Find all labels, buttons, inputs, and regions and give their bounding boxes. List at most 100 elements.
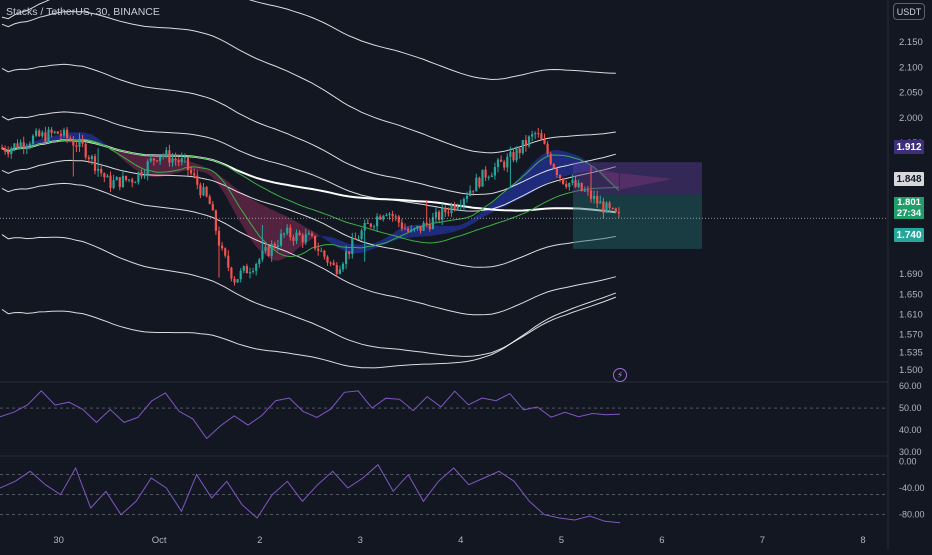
symbol-title[interactable]: Stacks / TetherUS, 30, BINANCE [6, 6, 160, 18]
cloud-segment [439, 225, 443, 235]
price-tick-label: 1.690 [899, 269, 923, 280]
candle-body [472, 190, 475, 192]
candle-body [385, 215, 388, 217]
candle-body [115, 177, 118, 181]
candle-body [236, 279, 239, 283]
candle-body [456, 206, 459, 210]
entry-price-badge: 1.848 [894, 172, 924, 186]
chart-canvas[interactable]: 2.1502.1002.0502.0001.9501.6901.6501.610… [0, 0, 932, 550]
price-tick-label: 2.100 [899, 62, 923, 73]
candle-body [531, 134, 534, 137]
candle-body [509, 151, 512, 157]
cloud-segment [436, 225, 440, 236]
candle-body [345, 251, 348, 264]
candle-body [190, 169, 193, 174]
candle-body [599, 201, 602, 204]
candle-body [447, 212, 450, 214]
rsi-tick-label: 30.00 [899, 447, 922, 457]
candle-body [152, 158, 155, 161]
candle-body [286, 227, 289, 234]
target-zone[interactable] [573, 194, 702, 249]
candle-body [382, 215, 385, 220]
candle-body [140, 172, 143, 177]
time-tick-label: 2 [257, 535, 262, 546]
cloud-segment [445, 225, 449, 234]
candle-body [555, 168, 558, 175]
candle-body [28, 143, 31, 147]
candle-body [97, 168, 100, 171]
cloud-segment [246, 195, 250, 239]
price-tick-label: 1.650 [899, 289, 923, 300]
candle-body [611, 207, 614, 209]
candle-body [403, 228, 407, 230]
candle-body [75, 145, 78, 147]
cloud-segment [321, 236, 325, 239]
price-tick-label: 2.000 [899, 113, 923, 124]
candle-body [568, 182, 571, 187]
candle-body [261, 250, 264, 260]
candle-body [233, 278, 236, 283]
candle-body [10, 148, 13, 155]
candle-body [571, 180, 574, 183]
candle-body [549, 153, 552, 165]
candle-body [425, 222, 428, 225]
candle-body [512, 151, 515, 161]
cloud-segment [451, 225, 455, 233]
cloud-segment [560, 150, 564, 178]
oscillator-tick-label: -80.00 [899, 510, 925, 520]
cloud-segment [473, 215, 477, 224]
cloud-segment [250, 197, 254, 243]
candle-body [543, 139, 546, 144]
candle-body [90, 156, 93, 160]
candle-body [221, 245, 224, 249]
candle-body [602, 201, 605, 213]
candle-body [413, 228, 416, 230]
cloud-segment [132, 153, 136, 170]
candle-body [580, 182, 583, 191]
candle-body [267, 246, 270, 256]
candle-body [589, 190, 593, 200]
candle-body [208, 196, 211, 205]
time-tick-label: 3 [358, 535, 363, 546]
candle-body [400, 222, 403, 229]
candle-body [196, 175, 199, 185]
candle-body [301, 235, 304, 243]
candle-body [614, 208, 617, 212]
candle-body [31, 135, 35, 144]
candle-body [72, 140, 75, 146]
candle-body [202, 187, 205, 196]
lightning-icon[interactable]: ⚡ [613, 368, 627, 382]
chart-area[interactable]: 2.1502.1002.0502.0001.9501.6901.6501.610… [0, 0, 932, 550]
cloud-segment [336, 239, 340, 249]
oscillator-tick-label: 0.00 [899, 456, 917, 466]
rsi-tick-label: 60.00 [899, 381, 922, 391]
candle-body [264, 246, 267, 251]
stop-zone[interactable] [573, 162, 702, 195]
candle-body [357, 238, 360, 240]
currency-button[interactable]: USDT [893, 3, 925, 20]
cloud-segment [318, 234, 322, 237]
candle-body [134, 182, 137, 184]
rsi-line [0, 390, 621, 440]
candle-body [354, 237, 357, 240]
candle-body [255, 264, 258, 271]
candle-body [391, 213, 394, 217]
price-tick-label: 1.570 [899, 330, 923, 341]
envelope-band [1, 10, 616, 154]
candle-body [465, 195, 469, 199]
candle-body [109, 175, 112, 188]
cloud-segment [457, 224, 461, 231]
candle-body [363, 222, 366, 231]
candle-body [376, 216, 379, 227]
candle-body [162, 155, 165, 157]
candle-body [93, 156, 97, 171]
time-tick-label: 5 [559, 535, 564, 546]
cloud-segment [330, 236, 334, 245]
candle-body [565, 183, 568, 187]
candle-body [112, 180, 115, 188]
candle-body [596, 195, 599, 204]
candle-body [106, 175, 109, 178]
candle-body [100, 168, 103, 174]
candle-body [605, 202, 608, 213]
cloud-segment [380, 239, 384, 247]
